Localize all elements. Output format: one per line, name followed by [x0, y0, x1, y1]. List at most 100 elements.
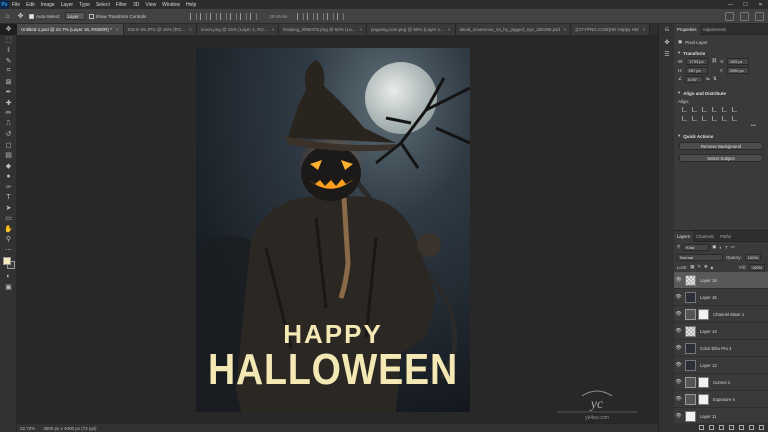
minimize-button[interactable]: — [723, 0, 738, 9]
layer-name[interactable]: Exposure 4 [713, 397, 735, 402]
visibility-eye-icon[interactable]: 👁︎ [674, 294, 683, 300]
layer-mask-thumbnail[interactable] [698, 393, 709, 405]
align-center-icon[interactable] [200, 12, 208, 20]
foreground-color-swatch[interactable] [3, 257, 11, 265]
distribute-left-icon[interactable] [682, 116, 687, 121]
align-bottom-icon[interactable] [240, 12, 248, 20]
fill-field[interactable]: 100% [749, 263, 765, 271]
document-tab[interactable]: david_scarecrow_1a_by_jagged_eye_d3h490.… [455, 24, 572, 35]
auto-select-target-select[interactable]: Layer [64, 12, 85, 20]
align-v-centers-icon[interactable] [722, 107, 727, 112]
chevron-down-icon[interactable]: ▾ [678, 90, 680, 96]
document-canvas[interactable]: HAPPY HALLOWEEN [196, 48, 470, 412]
more-tool-icon[interactable]: ⋯ [0, 245, 17, 256]
align-left-edges-icon[interactable] [682, 107, 687, 112]
clone-stamp-tool-icon[interactable]: ⎍ [0, 119, 17, 130]
show-transform-controls-checkbox[interactable]: Show Transform Controls [88, 13, 146, 19]
blur-tool-icon[interactable]: ◆ [0, 161, 17, 172]
close-icon[interactable]: × [359, 27, 362, 32]
dodge-tool-icon[interactable]: ● [0, 171, 17, 182]
close-icon[interactable]: × [448, 27, 451, 32]
gradient-tool-icon[interactable]: ▤ [0, 150, 17, 161]
quick-mask-icon[interactable]: ◐ [0, 271, 17, 282]
layer-mask-thumbnail[interactable] [698, 308, 709, 320]
close-icon[interactable]: × [116, 27, 119, 32]
layer-row[interactable]: 👁︎ Curves 1 [674, 374, 768, 391]
layer-name[interactable]: Color Efex Pro 4 [700, 346, 732, 351]
height-field[interactable]: 957 px [685, 66, 708, 74]
document-tab[interactable]: [CITYPNG.COM]HD Happy Hal × [571, 24, 651, 35]
eraser-tool-icon[interactable]: ◻ [0, 140, 17, 151]
layer-name[interactable]: Layer 11 [700, 414, 716, 419]
opacity-field[interactable]: 100% [744, 253, 761, 261]
share-icon[interactable] [755, 12, 764, 21]
align-top-edges-icon[interactable] [712, 107, 717, 112]
rectangle-tool-icon[interactable]: ▭ [0, 213, 17, 224]
width-field[interactable]: 1733 px [686, 57, 709, 65]
document-tab[interactable]: moon.png @ 25% (Layer 1, RG... × [196, 24, 280, 35]
brush-settings-icon[interactable]: ✤ [659, 36, 675, 48]
layer-row[interactable]: 👁︎ Color Efex Pro 4 [674, 340, 768, 357]
visibility-eye-icon[interactable]: 👁︎ [674, 413, 683, 419]
chevron-down-icon[interactable]: ▾ [678, 133, 680, 139]
visibility-eye-icon[interactable]: 👁︎ [674, 379, 683, 385]
move-tool-preset-icon[interactable]: ✥ [16, 12, 25, 21]
visibility-eye-icon[interactable]: 👁︎ [674, 328, 683, 334]
distribute-center-icon[interactable] [692, 116, 697, 121]
align-middle-icon[interactable] [230, 12, 238, 20]
layer-row[interactable]: 👁︎ Layer 15 [674, 289, 768, 306]
layer-style-icon[interactable] [709, 425, 714, 430]
lock-all-icon[interactable]: 🔒︎ [711, 265, 713, 270]
layer-row[interactable]: 👁︎ Layer 14 [674, 323, 768, 340]
filter-shape-icon[interactable]: ▭ [730, 244, 734, 250]
3d-scale-icon[interactable] [336, 12, 344, 20]
remove-background-button[interactable]: Remove Background [679, 142, 763, 150]
chevron-down-icon[interactable]: ▾ [678, 50, 680, 56]
tab-layers[interactable]: Layers [674, 231, 693, 242]
distribute-top-icon[interactable] [712, 116, 717, 121]
document-tab[interactable]: Untitled-1.psd @ 22.7% (Layer 16, RGB/8#… [17, 24, 124, 35]
select-subject-button[interactable]: Select Subject [679, 154, 763, 162]
lasso-tool-icon[interactable]: ℓ [0, 45, 17, 56]
filter-kind-select[interactable]: Kind [683, 243, 710, 251]
add-mask-icon[interactable] [719, 425, 724, 430]
y-field[interactable]: 2996 px [726, 66, 749, 74]
filter-type-icon[interactable]: T [725, 245, 728, 250]
crop-tool-icon[interactable]: ⌗ [0, 66, 17, 77]
libraries-icon[interactable]: ☰ [659, 48, 675, 60]
menu-layer[interactable]: Layer [58, 2, 77, 8]
close-icon[interactable]: × [272, 27, 275, 32]
menu-help[interactable]: Help [183, 2, 199, 8]
menu-image[interactable]: Image [38, 2, 58, 8]
tab-paths[interactable]: Paths [717, 231, 734, 242]
menu-edit[interactable]: Edit [23, 2, 38, 8]
align-h-centers-icon[interactable] [692, 107, 697, 112]
link-layers-icon[interactable] [699, 425, 704, 430]
layer-row[interactable]: 👁︎ Layer 16 [674, 272, 768, 289]
align-top-icon[interactable] [220, 12, 228, 20]
hand-tool-icon[interactable]: ✋ [0, 224, 17, 235]
menu-window[interactable]: Window [159, 2, 183, 8]
layer-name[interactable]: Curves 1 [713, 380, 730, 385]
blend-mode-select[interactable]: Normal [677, 253, 723, 261]
layer-name[interactable]: Layer 12 [700, 363, 717, 368]
close-icon[interactable]: × [564, 27, 567, 32]
path-select-tool-icon[interactable]: ➤ [0, 203, 17, 214]
marquee-tool-icon[interactable]: ⬚ [0, 35, 17, 46]
search-icon[interactable] [725, 12, 734, 21]
align-bottom-edges-icon[interactable] [732, 107, 737, 112]
type-tool-icon[interactable]: T [0, 192, 17, 203]
eyedropper-tool-icon[interactable]: ✒ [0, 87, 17, 98]
zoom-tool-icon[interactable]: ⚲ [0, 234, 17, 245]
menu-file[interactable]: File [9, 2, 23, 8]
frame-tool-icon[interactable]: ⊠ [0, 77, 17, 88]
layer-name[interactable]: Layer 15 [700, 295, 717, 300]
layer-mask-thumbnail[interactable] [698, 376, 709, 388]
screen-mode-icon[interactable]: ▣ [0, 282, 17, 293]
move-tool-icon[interactable]: ✥ [0, 24, 17, 35]
visibility-eye-icon[interactable]: 👁︎ [674, 311, 683, 317]
link-icon[interactable]: ⛓ [711, 58, 717, 64]
layer-row[interactable]: 👁︎ Layer 12 [674, 357, 768, 374]
lock-transparency-icon[interactable]: ▦ [690, 264, 694, 270]
align-left-icon[interactable] [190, 12, 198, 20]
